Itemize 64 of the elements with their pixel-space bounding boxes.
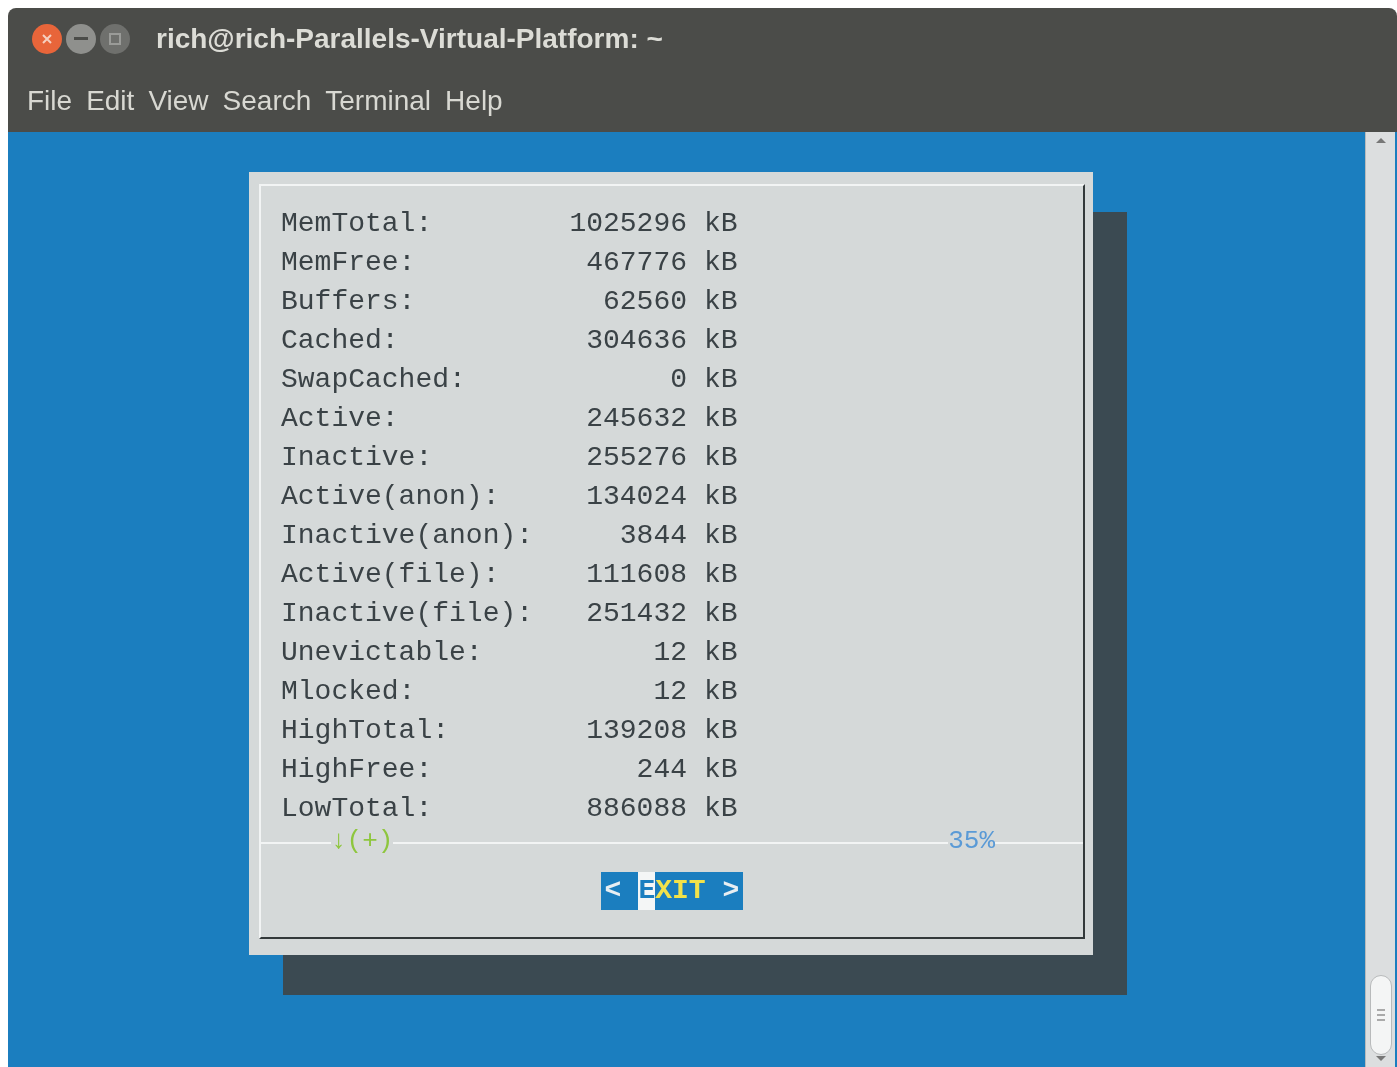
field-value: 886088 [585, 791, 687, 826]
unit-label: kB [704, 362, 738, 397]
close-icon [41, 33, 53, 45]
scroll-thumb[interactable] [1369, 975, 1392, 1055]
field-label: Active(anon): [281, 479, 501, 514]
unit-label: kB [704, 245, 738, 280]
field-value: 251432 [585, 596, 687, 631]
field-label: SwapCached: [281, 362, 467, 397]
field-value: 0 [669, 362, 687, 397]
unit-label: kB [704, 635, 738, 670]
field-label: Inactive(anon): [281, 518, 535, 553]
field-value: 139208 [585, 713, 687, 748]
field-label: Inactive(file): [281, 596, 535, 631]
field-value: 134024 [585, 479, 687, 514]
field-label: Cached: [281, 323, 400, 358]
field-value: 12 [652, 635, 687, 670]
unit-label: kB [704, 323, 738, 358]
field-label: MemFree: [281, 245, 417, 280]
field-value: 467776 [585, 245, 687, 280]
grip-icon [1376, 1008, 1385, 1022]
field-value: 244 [635, 752, 687, 787]
menu-item[interactable]: Edit [83, 80, 138, 122]
unit-label: kB [704, 557, 738, 592]
menu-item[interactable]: View [145, 80, 212, 122]
unit-label: kB [704, 479, 738, 514]
scrollbar[interactable] [1365, 132, 1395, 1067]
menu-item[interactable]: File [24, 80, 76, 122]
minimize-icon [74, 37, 88, 41]
field-label: Active(file): [281, 557, 501, 592]
close-button[interactable] [32, 24, 62, 54]
unit-label: kB [704, 206, 738, 241]
menu-item[interactable]: Terminal [322, 80, 435, 122]
field-value: 3844 [618, 518, 687, 553]
unit-label: kB [704, 401, 738, 436]
window-title: rich@rich-Parallels-Virtual-Platform: ~ [156, 22, 663, 56]
menu-item[interactable]: Search [219, 80, 315, 122]
field-label: Active: [281, 401, 400, 436]
field-value: 1025296 [569, 206, 687, 241]
field-value: 12 [652, 674, 687, 709]
field-label: Mlocked: [281, 674, 417, 709]
unit-label: kB [704, 440, 738, 475]
unit-label: kB [704, 674, 738, 709]
unit-label: kB [704, 284, 738, 319]
unit-label: kB [704, 713, 738, 748]
field-value: 62560 [602, 284, 687, 319]
field-label: Unevictable: [281, 635, 484, 670]
maximize-button[interactable] [100, 24, 130, 54]
unit-label: kB [704, 518, 738, 553]
field-label: HighFree: [281, 752, 434, 787]
field-value: 111608 [585, 557, 687, 592]
field-label: Inactive: [281, 440, 434, 475]
field-value: 245632 [585, 401, 687, 436]
menu-item[interactable]: Help [442, 80, 506, 122]
unit-label: kB [704, 791, 738, 826]
field-value: 255276 [585, 440, 687, 475]
maximize-icon [109, 33, 121, 45]
field-label: MemTotal: [281, 206, 434, 241]
unit-label: kB [704, 596, 738, 631]
field-value: 304636 [585, 323, 687, 358]
field-label: HighTotal: [281, 713, 451, 748]
field-label: Buffers: [281, 284, 417, 319]
minimize-button[interactable] [66, 24, 96, 54]
scroll-up-icon [1374, 136, 1387, 144]
unit-label: kB [704, 752, 738, 787]
